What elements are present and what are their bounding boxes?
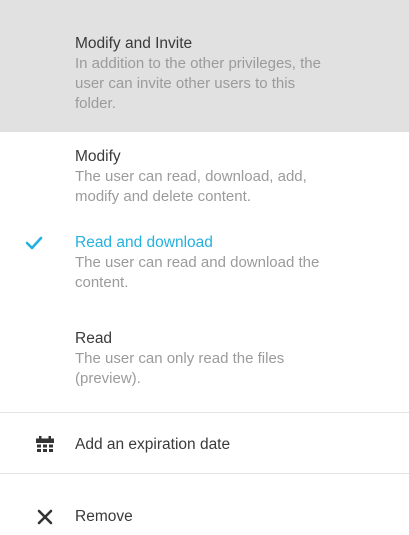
option-title: Read bbox=[75, 330, 113, 347]
checkmark-icon bbox=[25, 236, 43, 250]
permission-option-read-and-download[interactable]: Read and download The user can read and … bbox=[0, 224, 409, 316]
close-icon bbox=[37, 509, 53, 525]
permission-option-read[interactable]: Read The user can only read the files (p… bbox=[0, 316, 409, 412]
permission-option-modify-and-invite[interactable]: Modify and Invite In addition to the oth… bbox=[0, 0, 409, 132]
option-description-line: The user can only read the files bbox=[75, 350, 285, 367]
option-description: The user can read and download the conte… bbox=[75, 253, 391, 293]
option-description-line: modify and delete content. bbox=[75, 188, 251, 205]
option-description: In addition to the other privileges, the… bbox=[75, 54, 391, 114]
option-description: The user can read, download, add, modify… bbox=[75, 167, 391, 207]
option-description-line: (preview). bbox=[75, 370, 141, 387]
option-title: Modify and Invite bbox=[75, 35, 193, 52]
option-description: The user can only read the files (previe… bbox=[75, 349, 391, 389]
add-expiration-date-button[interactable]: Add an expiration date bbox=[0, 430, 409, 460]
remove-label: Remove bbox=[75, 508, 133, 525]
option-description-line: The user can read, download, add, bbox=[75, 168, 307, 185]
remove-button[interactable]: Remove bbox=[0, 502, 409, 532]
menu-divider bbox=[0, 473, 409, 474]
calendar-icon bbox=[36, 436, 54, 452]
option-description-line: content. bbox=[75, 274, 129, 291]
option-description-line: folder. bbox=[75, 95, 116, 112]
option-title: Modify bbox=[75, 148, 121, 165]
permission-menu: Modify and Invite In addition to the oth… bbox=[0, 0, 409, 535]
menu-divider bbox=[0, 412, 409, 413]
option-description-line: The user can read and download the bbox=[75, 254, 320, 271]
option-description-line: user can invite other users to this bbox=[75, 75, 296, 92]
option-title: Read and download bbox=[75, 234, 213, 251]
permission-option-modify[interactable]: Modify The user can read, download, add,… bbox=[0, 132, 409, 224]
add-expiration-date-label: Add an expiration date bbox=[75, 436, 231, 453]
option-description-line: In addition to the other privileges, the bbox=[75, 55, 321, 72]
